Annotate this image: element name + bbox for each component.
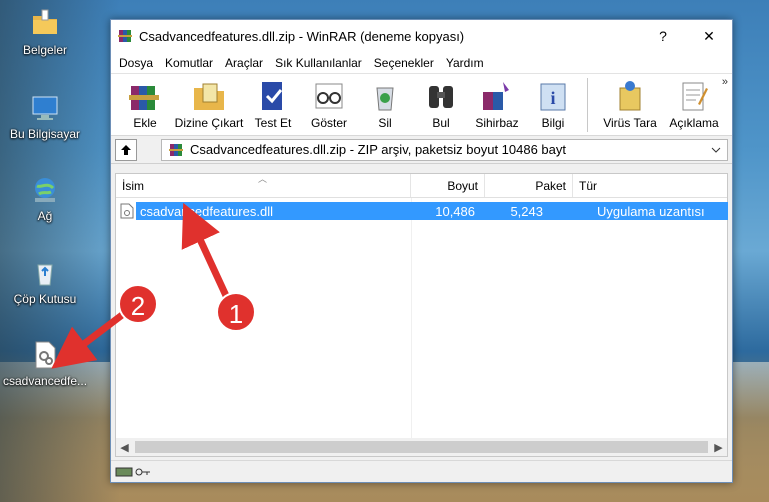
arrow-to-desktop xyxy=(51,309,129,369)
callout-step-1: 1 xyxy=(216,292,256,332)
annotation-arrows xyxy=(51,202,232,369)
arrow-to-file xyxy=(181,202,232,302)
callout-step-2: 2 xyxy=(118,284,158,324)
